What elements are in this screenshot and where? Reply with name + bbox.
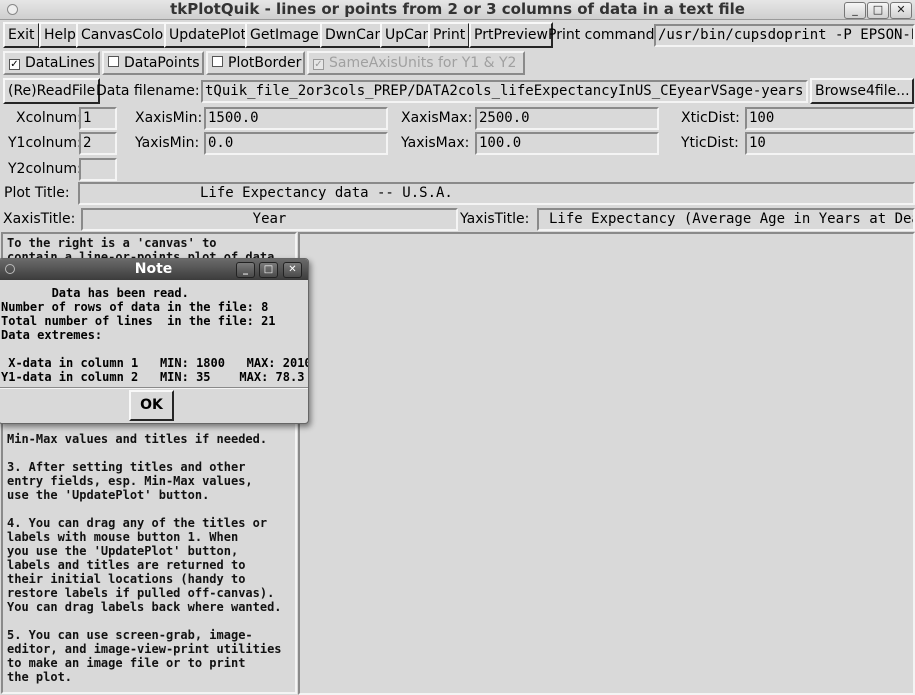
note-message: Data has been read. Number of rows of da… [1,286,309,384]
xaxismin-label: XaxisMin: [135,110,203,126]
help-button[interactable]: Help [39,22,81,48]
plot-border-label: PlotBorder [228,55,302,71]
plot-border-checkbox[interactable]: PlotBorder [206,51,305,75]
data-lines-label: DataLines [25,55,95,71]
plot-title-input[interactable]: Life Expectancy data -- U.S.A. [78,182,915,205]
dialog-separator [0,387,308,389]
print-command-label: Print command: [548,27,660,43]
unchecked-box-icon [108,56,119,67]
get-image-button[interactable]: GetImage [245,22,324,48]
data-lines-checkbox[interactable]: ✓ DataLines [3,51,100,75]
dwn-can-button[interactable]: DwnCan [320,22,389,48]
maximize-icon[interactable]: □ [259,262,278,278]
data-points-label: DataPoints [124,55,200,71]
xaxismin-input[interactable]: 1500.0 [204,107,388,130]
xcolnum-label: Xcolnum: [16,110,82,126]
print-command-input[interactable]: /usr/bin/cupsdoprint -P EPSON-Ep [654,24,915,47]
xaxis-title-label: XaxisTitle: [3,211,76,227]
yaxismin-input[interactable]: 0.0 [204,132,388,155]
data-filename-label: Data filename: [96,83,200,99]
update-plot-button[interactable]: UpdatePlot [164,22,252,48]
unchecked-box-icon [212,56,223,67]
note-title-text: Note [134,261,173,277]
note-dialog: Note _ □ ✕ Data has been read. Number of… [0,258,309,424]
ok-button[interactable]: OK [129,390,174,421]
note-dialog-title: Note _ □ ✕ [0,259,308,280]
xaxismax-label: XaxisMax: [401,110,473,126]
y1colnum-label: Y1colnum: [8,135,82,151]
yticdist-input[interactable]: 10 [745,132,915,155]
check-icon: ✓ [313,59,324,70]
window-title-bar: tkPlotQuik - lines or points from 2 or 3… [0,0,915,20]
yaxismin-label: YaxisMin: [135,135,200,151]
xcolnum-input[interactable]: 1 [79,107,117,130]
check-icon: ✓ [9,59,20,70]
close-icon[interactable]: ✕ [890,2,912,19]
y2colnum-input[interactable] [79,158,117,181]
xaxismax-input[interactable]: 2500.0 [475,107,659,130]
window-title: tkPlotQuik - lines or points from 2 or 3… [170,0,745,18]
browse-file-button[interactable]: Browse4file... [810,78,914,104]
data-filename-input[interactable]: tQuik_file_2or3cols_PREP/DATA2cols_lifeE… [201,80,808,103]
maximize-icon[interactable]: □ [867,2,889,19]
yaxis-title-label: YaxisTitle: [460,211,530,227]
xticdist-input[interactable]: 100 [745,107,915,130]
yaxis-title-input[interactable]: Life Expectancy (Average Age in Years at… [537,208,915,231]
yaxismax-input[interactable]: 100.0 [475,132,659,155]
xaxis-title-input[interactable]: Year [81,208,458,231]
plot-canvas[interactable] [298,232,915,695]
close-icon[interactable]: ✕ [283,262,302,278]
canvas-color-button[interactable]: CanvasColor [76,22,174,48]
xticdist-label: XticDist: [681,110,740,126]
y1colnum-input[interactable]: 2 [79,132,117,155]
same-axis-units-checkbox[interactable]: ✓ SameAxisUnits for Y1 & Y2 [307,51,525,75]
print-button[interactable]: Print [428,22,471,48]
prt-preview-button[interactable]: PrtPreview [469,22,553,48]
yticdist-label: YticDist: [681,135,739,151]
same-axis-units-label: SameAxisUnits for Y1 & Y2 [329,55,517,71]
dialog-menu-icon[interactable] [5,264,15,274]
minimize-icon[interactable]: _ [236,262,255,278]
plot-title-label: Plot Title: [4,185,70,201]
minimize-icon[interactable]: _ [844,2,866,19]
exit-button[interactable]: Exit [3,22,40,48]
y2colnum-label: Y2colnum: [8,161,82,177]
data-points-checkbox[interactable]: DataPoints [102,51,204,75]
yaxismax-label: YaxisMax: [401,135,470,151]
reread-file-button[interactable]: (Re)ReadFile [3,78,101,104]
